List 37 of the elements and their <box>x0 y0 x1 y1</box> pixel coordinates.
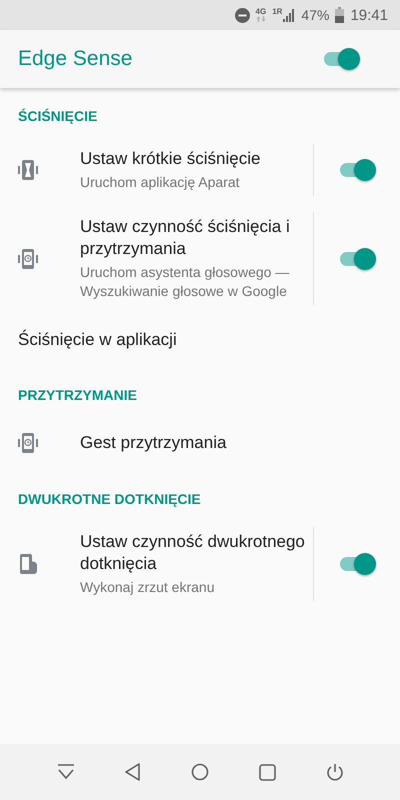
section-header: DWUKROTNE DOTKNIĘCIE <box>17 490 202 509</box>
phone-squeeze-icon <box>18 159 38 181</box>
setting-summary: Uruchom aplikację Aparat <box>80 173 241 192</box>
phone-clock-icon <box>18 248 38 270</box>
data-arrows-icon <box>256 16 266 22</box>
toggle-switch[interactable] <box>338 248 376 270</box>
do-not-disturb-icon <box>234 8 250 22</box>
toggle-switch[interactable] <box>322 48 360 70</box>
back-icon[interactable] <box>124 763 140 781</box>
power-icon[interactable] <box>326 763 344 781</box>
section-header: PRZYTRZYMANIE <box>17 386 138 405</box>
phone-clock-icon <box>18 432 38 454</box>
recents-icon[interactable] <box>258 764 276 780</box>
battery-percent: 47% <box>301 7 330 23</box>
setting-summary: Uruchom asystenta głosowego — Wyszukiwanie głosowe w Google <box>80 263 290 301</box>
network-label: 4G <box>256 8 266 16</box>
toggle-switch[interactable] <box>338 553 376 575</box>
toggle-switch[interactable] <box>338 159 376 181</box>
battery-icon <box>335 7 344 23</box>
hide-nav-icon[interactable] <box>56 764 74 780</box>
section-header: ŚCIŚNIĘCIE <box>17 107 98 126</box>
home-icon[interactable] <box>190 763 208 781</box>
setting-title[interactable]: Ściśnięcie w aplikacji <box>18 330 177 349</box>
setting-title: Ustaw czynność dwukrotnego dotknięcia <box>80 531 305 575</box>
setting-row[interactable]: Ustaw czynność ściśnięcia i przytrzymania Uruchom asystenta głosowego — Wyszukiwanie głosowe w Google <box>0 204 400 313</box>
phone-tap-icon <box>18 553 38 575</box>
signal-icon <box>283 8 296 22</box>
setting-summary: Wykonaj zrzut ekranu <box>80 578 216 597</box>
setting-title: Ustaw krótkie ściśnięcie <box>80 148 262 170</box>
setting-title: Ustaw czynność ściśnięcia i przytrzymania <box>80 216 291 260</box>
setting-row[interactable]: Gest przytrzymania <box>0 415 400 471</box>
setting-title: Gest przytrzymania <box>80 432 228 454</box>
screen-title: Edge Sense <box>18 47 132 71</box>
clock-time: 19:41 <box>350 6 388 24</box>
setting-row[interactable]: Ustaw czynność dwukrotnego dotknięcia Wykonaj zrzut ekranu <box>0 519 400 609</box>
sim-label: 1R <box>272 8 282 16</box>
setting-row[interactable]: Ustaw krótkie ściśnięcie Uruchom aplikację Aparat <box>0 136 400 204</box>
